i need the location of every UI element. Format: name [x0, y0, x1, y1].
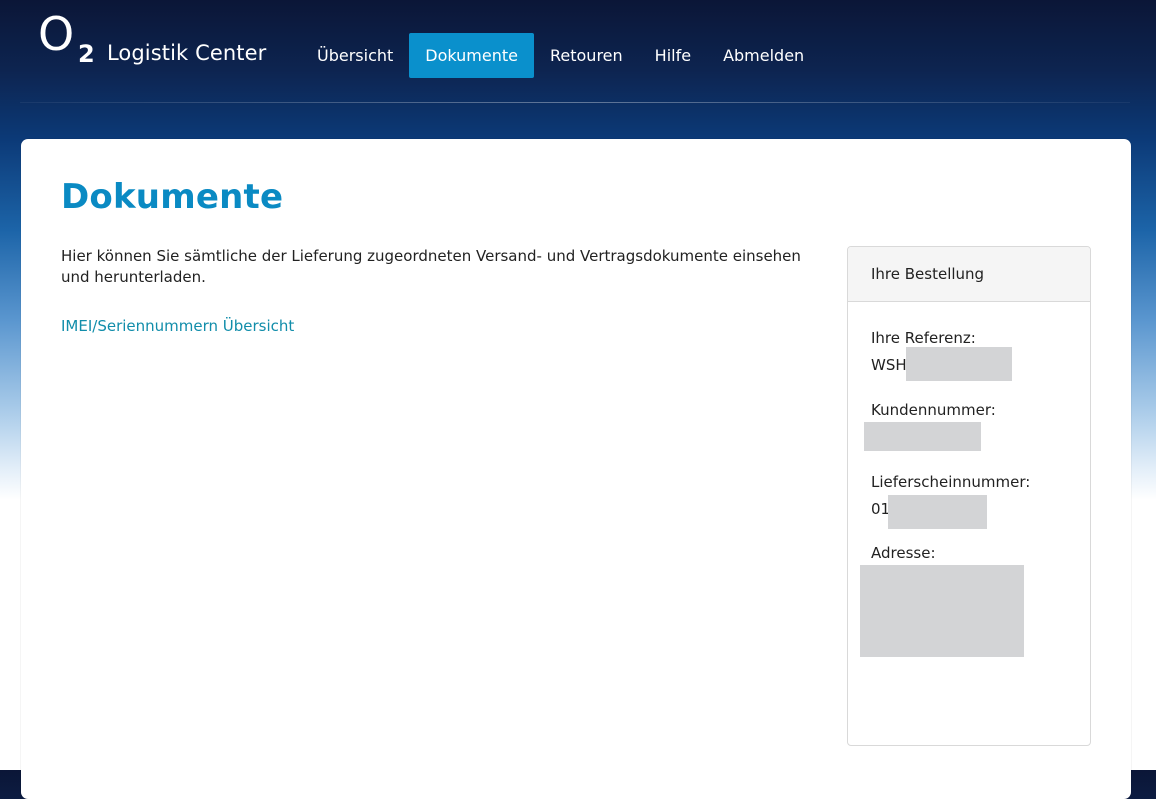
- order-panel-heading: Ihre Bestellung: [848, 247, 1090, 302]
- address-redacted-block: [860, 565, 1024, 657]
- nav-uebersicht[interactable]: Übersicht: [301, 33, 409, 78]
- nav-hilfe[interactable]: Hilfe: [639, 33, 707, 78]
- reference-value-prefix: WSH: [871, 356, 907, 374]
- intro-text: Hier können Sie sämtliche der Lieferung …: [61, 247, 801, 286]
- customer-number-redacted-block: [864, 422, 981, 451]
- customer-number-label: Kundennummer:: [871, 401, 996, 419]
- nav-abmelden[interactable]: Abmelden: [707, 33, 820, 78]
- logo-letter: O: [38, 10, 74, 61]
- nav-retouren[interactable]: Retouren: [534, 33, 639, 78]
- imei-serial-overview-link[interactable]: IMEI/Seriennummern Übersicht: [61, 317, 294, 335]
- page-title: Dokumente: [61, 177, 284, 217]
- main-nav: Übersicht Dokumente Retouren Hilfe Abmel…: [301, 33, 820, 78]
- address-label: Adresse:: [871, 544, 936, 562]
- top-header: O 2 Logistik Center Übersicht Dokumente …: [0, 0, 1156, 104]
- header-divider: [20, 102, 1130, 103]
- order-panel: Ihre Bestellung Ihre Referenz: WSH Kunde…: [847, 246, 1091, 746]
- reference-label: Ihre Referenz:: [871, 329, 976, 347]
- delivery-note-label: Lieferscheinnummer:: [871, 473, 1031, 491]
- main-content-card: Dokumente Hier können Sie sämtliche der …: [21, 139, 1131, 799]
- reference-redacted-block: [906, 347, 1012, 381]
- app-title: Logistik Center: [107, 41, 267, 65]
- o2-logo[interactable]: O 2: [38, 10, 98, 70]
- nav-dokumente[interactable]: Dokumente: [409, 33, 534, 78]
- delivery-note-redacted-block: [888, 495, 987, 529]
- logo-subscript: 2: [78, 40, 95, 68]
